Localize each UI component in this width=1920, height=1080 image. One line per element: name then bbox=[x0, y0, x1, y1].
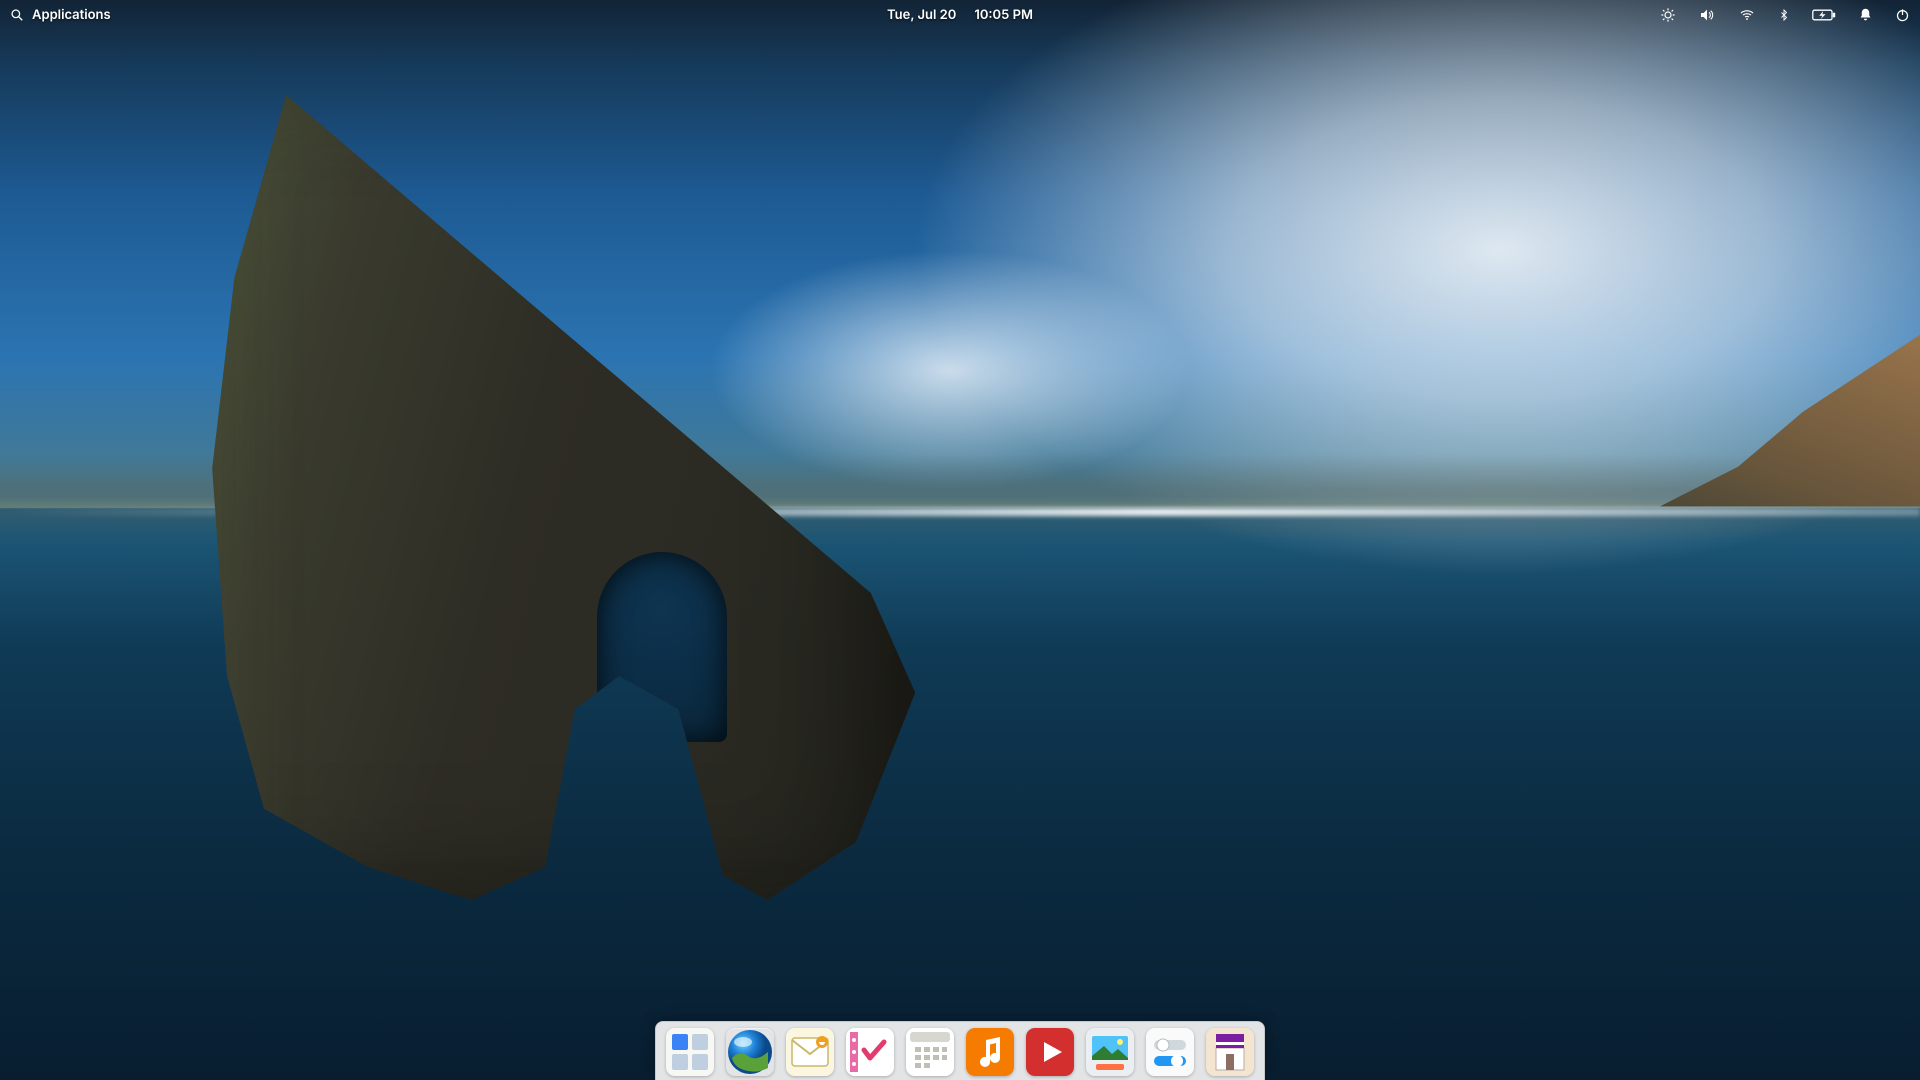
bluetooth-icon[interactable] bbox=[1778, 7, 1790, 23]
applications-label: Applications bbox=[32, 7, 111, 23]
music-icon[interactable] bbox=[966, 1028, 1014, 1076]
desktop-wallpaper bbox=[0, 0, 1920, 1080]
multitasking-view-icon[interactable] bbox=[666, 1028, 714, 1076]
power-icon[interactable] bbox=[1895, 7, 1910, 23]
videos-icon[interactable] bbox=[1026, 1028, 1074, 1076]
volume-icon[interactable] bbox=[1698, 7, 1716, 23]
night-light-icon[interactable] bbox=[1660, 7, 1676, 23]
wallpaper-rock-arch bbox=[597, 552, 727, 742]
clock-menu[interactable]: Tue, Jul 20 10:05 PM bbox=[887, 7, 1033, 23]
photos-icon[interactable] bbox=[1086, 1028, 1134, 1076]
tasks-icon[interactable] bbox=[846, 1028, 894, 1076]
search-icon bbox=[10, 8, 24, 22]
battery-icon[interactable] bbox=[1812, 8, 1836, 22]
wifi-icon[interactable] bbox=[1738, 7, 1756, 23]
top-panel: Applications Tue, Jul 20 10:05 PM bbox=[0, 0, 1920, 30]
calendar-icon[interactable] bbox=[906, 1028, 954, 1076]
applications-menu[interactable]: Applications bbox=[10, 7, 111, 23]
web-browser-icon[interactable] bbox=[726, 1028, 774, 1076]
panel-date: Tue, Jul 20 bbox=[887, 7, 956, 23]
notifications-icon[interactable] bbox=[1858, 7, 1873, 23]
panel-indicators bbox=[1660, 7, 1910, 23]
panel-time: 10:05 PM bbox=[974, 7, 1033, 23]
system-settings-icon[interactable] bbox=[1146, 1028, 1194, 1076]
appcenter-icon[interactable] bbox=[1206, 1028, 1254, 1076]
mail-icon[interactable] bbox=[786, 1028, 834, 1076]
dock bbox=[655, 1021, 1265, 1080]
